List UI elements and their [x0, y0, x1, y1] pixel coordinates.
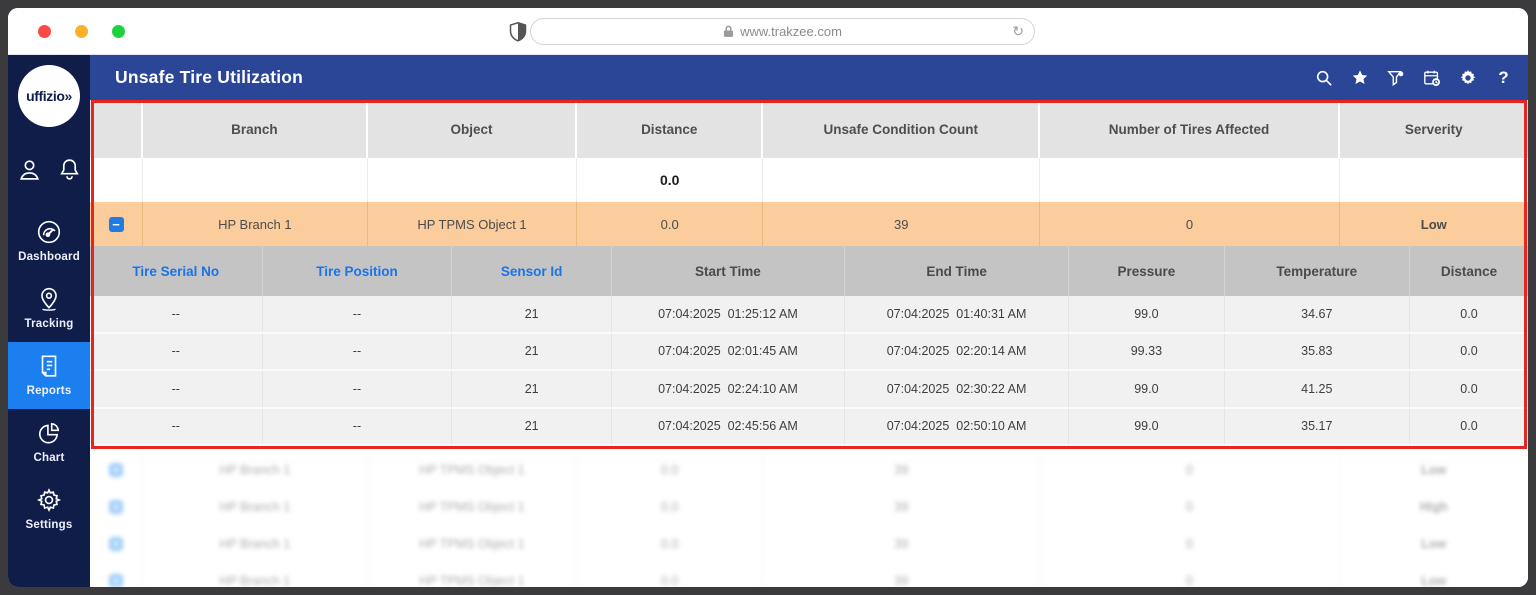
search-icon[interactable]: [1314, 68, 1333, 87]
col-severity[interactable]: Serverity: [1340, 100, 1528, 158]
sidebar-item-chart[interactable]: Chart: [8, 409, 90, 476]
sidebar-item-reports[interactable]: Reports: [8, 342, 90, 409]
help-icon[interactable]: ?: [1494, 68, 1513, 87]
collapsed-report-row[interactable]: + HP Branch 1 HP TPMS Object 1 0.0 39 0 …: [90, 451, 1528, 488]
expand-row-button[interactable]: +: [109, 462, 124, 477]
col-end-time[interactable]: End Time: [845, 246, 1070, 296]
minimize-window-button[interactable]: [75, 25, 88, 38]
row-distance: 0.0: [577, 202, 763, 246]
col-start-time[interactable]: Start Time: [612, 246, 845, 296]
screenshot-frame: www.trakzee.com ↻ uffizio» Dashboard Tra…: [0, 0, 1536, 595]
report-content: Branch Object Distance Unsafe Condition …: [90, 100, 1528, 587]
row-object: HP TPMS Object 1: [368, 202, 578, 246]
map-pin-icon: [36, 286, 62, 312]
expand-row-button[interactable]: +: [109, 573, 124, 587]
favorites-star-icon[interactable]: [1350, 68, 1369, 87]
col-pressure[interactable]: Pressure: [1069, 246, 1225, 296]
settings-gear-icon[interactable]: [1458, 68, 1477, 87]
privacy-shield-icon[interactable]: [509, 22, 527, 42]
reload-icon[interactable]: ↻: [1012, 23, 1024, 40]
collapsed-report-row[interactable]: + HP Branch 1 HP TPMS Object 1 0.0 39 0 …: [90, 488, 1528, 525]
header-actions: ?: [1314, 68, 1513, 87]
col-branch[interactable]: Branch: [143, 100, 368, 158]
expand-row-button[interactable]: +: [109, 499, 124, 514]
row-severity: Low: [1420, 216, 1447, 232]
detail-row: -- -- 21 07:04:2025 01:25:12 AM 07:04:20…: [90, 296, 1528, 334]
notifications-bell-icon[interactable]: [57, 157, 82, 182]
logo-text: uffizio»: [26, 88, 72, 104]
col-tire-serial-no[interactable]: Tire Serial No: [90, 246, 263, 296]
uffizio-logo[interactable]: uffizio»: [18, 65, 80, 127]
summary-distance: 0.0: [577, 158, 763, 202]
main-area: Unsafe Tire Utilization ? Branch Object …: [90, 55, 1528, 587]
report-table-header: Branch Object Distance Unsafe Condition …: [90, 100, 1528, 158]
row-tires-affected: 0: [1040, 202, 1340, 246]
page-title: Unsafe Tire Utilization: [115, 67, 304, 87]
col-distance[interactable]: Distance: [577, 100, 763, 158]
url-text: www.trakzee.com: [740, 24, 842, 39]
col-object[interactable]: Object: [368, 100, 578, 158]
pie-chart-icon: [36, 420, 62, 446]
lock-icon: [723, 25, 734, 38]
sidebar-nav: Dashboard Tracking Reports Chart Setting…: [8, 208, 90, 543]
gear-icon: [36, 487, 62, 513]
close-window-button[interactable]: [38, 25, 51, 38]
collapsed-rows-section: + HP Branch 1 HP TPMS Object 1 0.0 39 0 …: [90, 451, 1528, 587]
col-unsafe-condition-count[interactable]: Unsafe Condition Count: [763, 100, 1041, 158]
collapsed-report-row[interactable]: + HP Branch 1 HP TPMS Object 1 0.0 39 0 …: [90, 562, 1528, 587]
schedule-calendar-icon[interactable]: [1422, 68, 1441, 87]
detail-table-header: Tire Serial No Tire Position Sensor Id S…: [90, 246, 1528, 296]
expanded-report-row[interactable]: − HP Branch 1 HP TPMS Object 1 0.0 39 0 …: [90, 202, 1528, 246]
col-temperature[interactable]: Temperature: [1225, 246, 1411, 296]
col-expander: [90, 100, 144, 158]
detail-row: -- -- 21 07:04:2025 02:24:10 AM 07:04:20…: [90, 371, 1528, 409]
summary-row: 0.0: [90, 158, 1528, 202]
collapsed-report-row[interactable]: + HP Branch 1 HP TPMS Object 1 0.0 39 0 …: [90, 525, 1528, 562]
col-tires-affected[interactable]: Number of Tires Affected: [1040, 100, 1340, 158]
row-unsafe-condition-count: 39: [763, 202, 1041, 246]
sidebar-quick-icons: [17, 157, 82, 182]
sidebar: uffizio» Dashboard Tracking Reports Char…: [8, 55, 90, 587]
user-icon[interactable]: [17, 157, 42, 182]
col-sensor-id[interactable]: Sensor Id: [452, 246, 612, 296]
sidebar-item-tracking[interactable]: Tracking: [8, 275, 90, 342]
detail-row: -- -- 21 07:04:2025 02:01:45 AM 07:04:20…: [90, 333, 1528, 371]
browser-chrome: www.trakzee.com ↻: [8, 8, 1528, 55]
sidebar-item-dashboard[interactable]: Dashboard: [8, 208, 90, 275]
col-tire-position[interactable]: Tire Position: [263, 246, 453, 296]
browser-window: www.trakzee.com ↻ uffizio» Dashboard Tra…: [8, 8, 1528, 587]
sidebar-label-chart: Chart: [33, 452, 65, 464]
col-distance-detail[interactable]: Distance: [1410, 246, 1528, 296]
report-doc-icon: [36, 353, 62, 379]
row-branch: HP Branch 1: [143, 202, 368, 246]
collapse-row-button[interactable]: −: [108, 216, 124, 232]
sidebar-label-settings: Settings: [25, 519, 73, 531]
filter-funnel-icon[interactable]: [1386, 68, 1405, 87]
address-bar[interactable]: www.trakzee.com ↻: [530, 18, 1035, 45]
sidebar-label-reports: Reports: [26, 385, 72, 397]
zoom-window-button[interactable]: [112, 25, 125, 38]
expand-row-button[interactable]: +: [109, 536, 124, 551]
app-header-bar: Unsafe Tire Utilization ?: [90, 55, 1528, 100]
sidebar-label-tracking: Tracking: [24, 318, 74, 330]
detail-row: -- -- 21 07:04:2025 02:45:56 AM 07:04:20…: [90, 408, 1528, 446]
speedometer-icon: [36, 219, 62, 245]
sidebar-item-settings[interactable]: Settings: [8, 476, 90, 543]
sidebar-label-dashboard: Dashboard: [18, 251, 80, 263]
window-controls: [38, 25, 125, 38]
